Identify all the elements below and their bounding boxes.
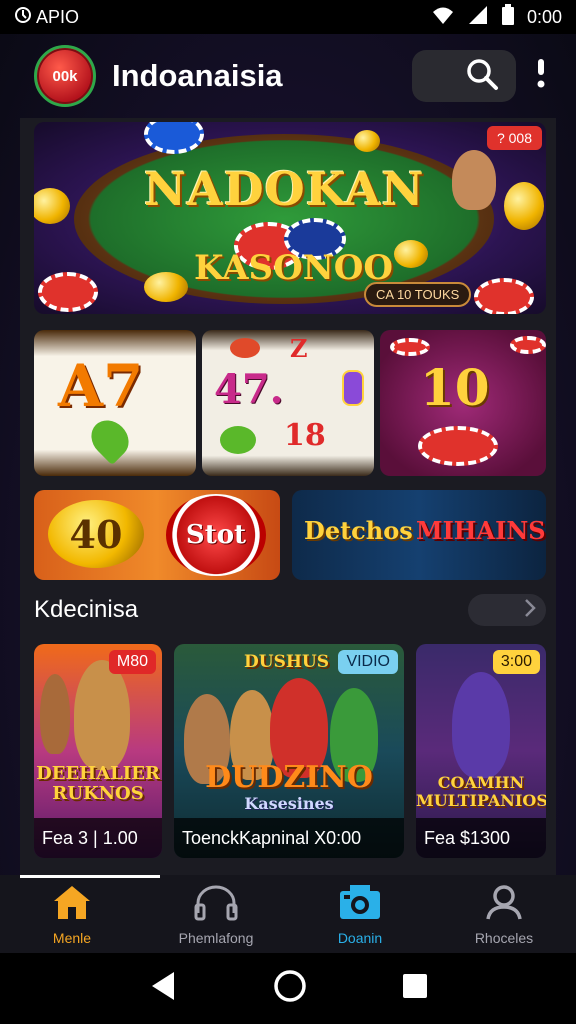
hero-badge: ? 008: [486, 126, 542, 150]
promo-banner-right: MIHAINS: [416, 516, 546, 545]
camera-icon: [338, 883, 382, 924]
home-circle-icon[interactable]: [273, 969, 307, 1008]
fruit-icon: [220, 426, 256, 454]
chevron-right-icon: [524, 598, 536, 623]
coin-image: [504, 182, 544, 230]
fruit-icon: [83, 412, 137, 466]
profile-icon: [482, 883, 526, 924]
nav-label: Phemlafong: [178, 929, 254, 946]
coin-image: [144, 272, 188, 302]
back-icon[interactable]: [148, 970, 178, 1007]
reel-symbol: 47.: [214, 366, 284, 413]
reel-symbol: Z: [290, 334, 308, 363]
promo-card-slot[interactable]: 40 Stot: [34, 490, 280, 580]
promo-chip: Stot: [166, 494, 266, 576]
reel-symbol: 10: [420, 358, 490, 417]
hero-title-line2: KASONOO: [194, 248, 394, 288]
slot-games-row: A7 Z 47. 18 10: [34, 330, 546, 476]
card-tag: VIDIO: [338, 650, 398, 674]
headphones-icon: [192, 883, 240, 924]
chip-image: [418, 426, 498, 466]
signal-icon: [467, 4, 489, 31]
more-vert-icon: [537, 58, 545, 94]
status-left: APIO: [14, 6, 79, 29]
app-logo[interactable]: 00k: [34, 45, 96, 107]
cherry-icon: [230, 338, 260, 358]
coin-image: [34, 188, 70, 224]
search-icon: [464, 56, 500, 97]
more-menu-button[interactable]: [526, 50, 556, 102]
chip-image: [38, 272, 98, 312]
chip-image: [510, 336, 546, 354]
card-footer: ToenckKapninal X0:00: [174, 818, 404, 858]
card-title: COAMHN MULTIPANIOS: [416, 773, 546, 810]
status-time: 0:00: [526, 6, 562, 27]
slot-reel-card[interactable]: 10: [380, 330, 546, 476]
coin-image: [354, 130, 380, 152]
card-tag: M80: [108, 650, 156, 674]
status-app-label: APIO: [36, 6, 80, 27]
coin-image: [394, 240, 428, 268]
logo-text: 00k: [52, 67, 78, 85]
nav-active-indicator: [20, 875, 160, 878]
promo-banner-left: Detchos: [304, 516, 413, 545]
promo-row: 40 Stot Detchos MIHAINS: [34, 490, 546, 580]
slot-reel-card[interactable]: A7: [34, 330, 196, 476]
section-title: Kdecinisa: [34, 596, 139, 623]
system-navigation-bar: [0, 953, 576, 1024]
coin-value: 40: [69, 511, 123, 557]
game-cards-row: M80 DEEHALIER RUKNOS Fea 3 | 1.00 DUSHUS…: [34, 644, 546, 858]
reel-symbol: A7: [58, 352, 144, 420]
wifi-icon: [431, 5, 455, 30]
card-title: DUDZINO: [205, 760, 373, 795]
hero-title-line1: NADOKAN: [144, 162, 425, 216]
nav-label: Menle: [52, 929, 92, 946]
chip-image: [474, 278, 534, 314]
game-card[interactable]: DUSHUS VIDIO DUDZINO Kasesines ToenckKap…: [174, 644, 404, 858]
gem-icon: [342, 370, 364, 406]
main-content: NADOKAN KASONOO ? 008 CA 10 TOUKS A7 Z 4…: [20, 118, 556, 875]
nav-label: Doanin: [337, 929, 383, 946]
app-screen: APIO 0:00 00k Indoanaisia NADOKAN KASONO…: [0, 0, 576, 1024]
host-image: [40, 674, 70, 754]
nav-label: Rhoceles: [474, 929, 534, 946]
host-image: [74, 660, 130, 770]
game-card[interactable]: 3:00 COAMHN MULTIPANIOS Fea $1300: [416, 644, 546, 858]
bottom-navigation: Menle Phemlafong Doanin Rhoceles: [0, 875, 576, 953]
card-subtitle: Kasesines: [244, 794, 334, 813]
reel-symbol: 18: [284, 418, 326, 453]
hero-banner[interactable]: NADOKAN KASONOO ? 008 CA 10 TOUKS: [34, 122, 546, 314]
nav-item-audio[interactable]: Phemlafong: [144, 875, 288, 953]
hero-pill: CA 10 TOUKS: [364, 282, 472, 307]
search-button[interactable]: [412, 50, 516, 102]
dealer-image: [452, 150, 496, 210]
slot-reel-card[interactable]: Z 47. 18: [202, 330, 374, 476]
status-bar: APIO 0:00: [0, 0, 576, 34]
app-status-icon: [14, 6, 32, 29]
status-right: 0:00: [431, 3, 562, 31]
card-tag: 3:00: [492, 650, 540, 674]
app-title: Indoanaisia: [112, 58, 283, 93]
promo-coin: 40: [48, 500, 144, 568]
game-card[interactable]: M80 DEEHALIER RUKNOS Fea 3 | 1.00: [34, 644, 162, 858]
promo-card-banner[interactable]: Detchos MIHAINS: [292, 490, 546, 580]
card-footer: Fea 3 | 1.00: [34, 818, 162, 858]
battery-icon: [501, 3, 515, 31]
app-header: 00k Indoanaisia: [20, 34, 556, 118]
host-image: [452, 672, 510, 778]
nav-item-profile[interactable]: Rhoceles: [432, 875, 576, 953]
chip-image: [390, 338, 430, 356]
chip-label: Stot: [185, 520, 247, 550]
nav-item-home[interactable]: Menle: [0, 875, 144, 953]
section-more-button[interactable]: [468, 594, 546, 626]
home-icon: [50, 883, 94, 924]
card-footer: Fea $1300: [416, 818, 546, 858]
nav-item-camera[interactable]: Doanin: [288, 875, 432, 953]
card-title: DEEHALIER RUKNOS: [36, 763, 160, 804]
recents-icon[interactable]: [402, 973, 428, 1004]
